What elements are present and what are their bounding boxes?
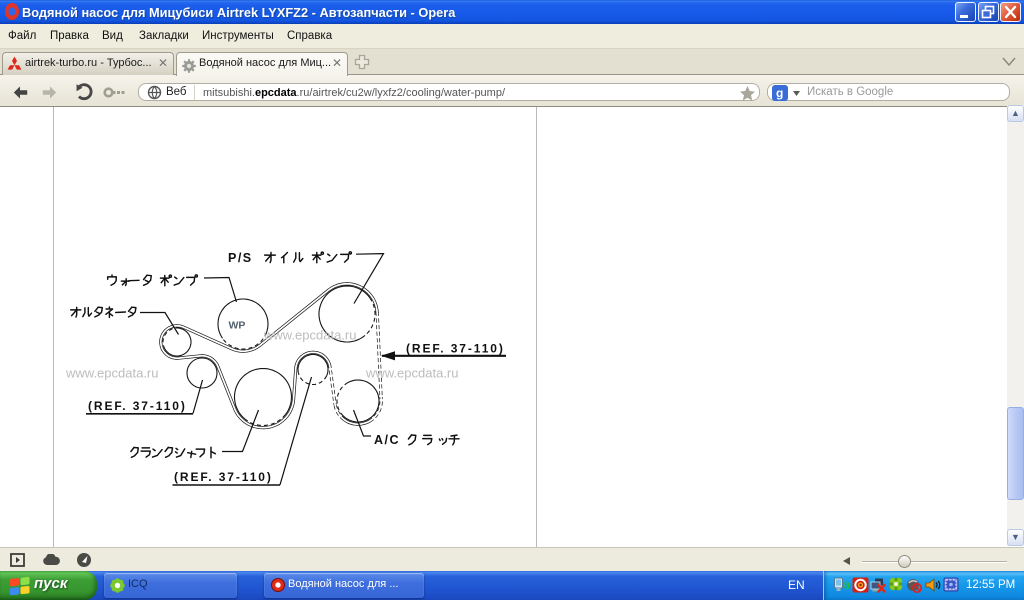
svg-text:www.epcdata.ru: www.epcdata.ru: [65, 366, 159, 381]
svg-text:(REF. 37-110): (REF. 37-110): [88, 399, 187, 413]
svg-text:A/C: A/C: [374, 433, 400, 447]
svg-text:(REF. 37-110): (REF. 37-110): [174, 470, 273, 484]
svg-text:(REF. 37-110): (REF. 37-110): [406, 342, 505, 356]
svg-text:WP: WP: [229, 320, 246, 332]
svg-text:P/S: P/S: [228, 251, 253, 265]
svg-text:www.epcdata.ru: www.epcdata.ru: [365, 366, 459, 381]
svg-text:www.epcdata.ru: www.epcdata.ru: [263, 328, 357, 343]
